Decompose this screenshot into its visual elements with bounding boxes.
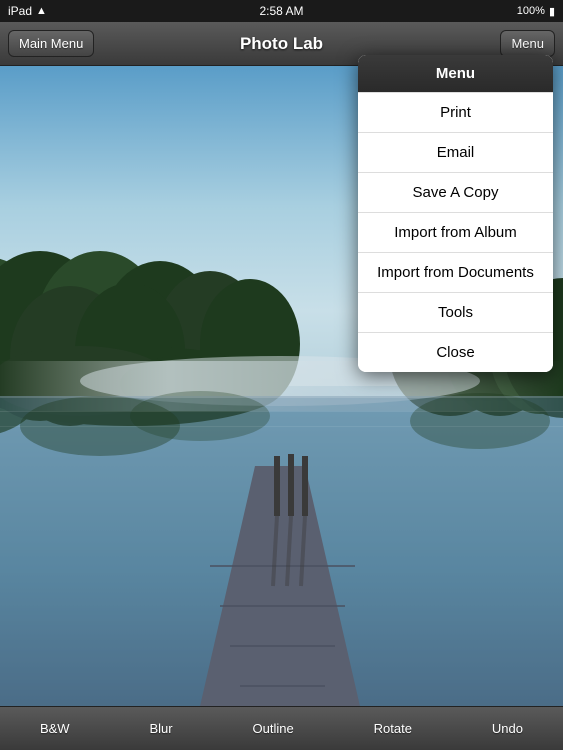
status-right: 100% ▮ [517, 5, 555, 18]
blur-button[interactable]: Blur [138, 715, 185, 742]
menu-button[interactable]: Menu [500, 30, 555, 57]
wifi-icon: ▲ [36, 5, 47, 17]
carrier-label: iPad [8, 4, 32, 18]
menu-item-print[interactable]: Print [358, 92, 553, 132]
menu-dropdown: Menu Print Email Save A Copy Import from… [358, 55, 553, 372]
menu-item-tools[interactable]: Tools [358, 292, 553, 332]
menu-item-import-album[interactable]: Import from Album [358, 212, 553, 252]
menu-item-import-documents[interactable]: Import from Documents [358, 252, 553, 292]
menu-item-email[interactable]: Email [358, 132, 553, 172]
main-menu-button[interactable]: Main Menu [8, 30, 94, 57]
undo-button[interactable]: Undo [480, 715, 535, 742]
nav-title: Photo Lab [240, 34, 323, 54]
battery-icon: ▮ [549, 5, 555, 18]
menu-header: Menu [358, 55, 553, 92]
menu-item-save-copy[interactable]: Save A Copy [358, 172, 553, 212]
bottom-toolbar: B&W Blur Outline Rotate Undo [0, 706, 563, 750]
bw-button[interactable]: B&W [28, 715, 82, 742]
status-time: 2:58 AM [259, 4, 303, 18]
rotate-button[interactable]: Rotate [362, 715, 424, 742]
menu-item-close[interactable]: Close [358, 332, 553, 372]
status-bar: iPad ▲ 2:58 AM 100% ▮ [0, 0, 563, 22]
battery-label: 100% [517, 5, 545, 17]
status-carrier: iPad ▲ [8, 4, 47, 18]
outline-button[interactable]: Outline [241, 715, 306, 742]
